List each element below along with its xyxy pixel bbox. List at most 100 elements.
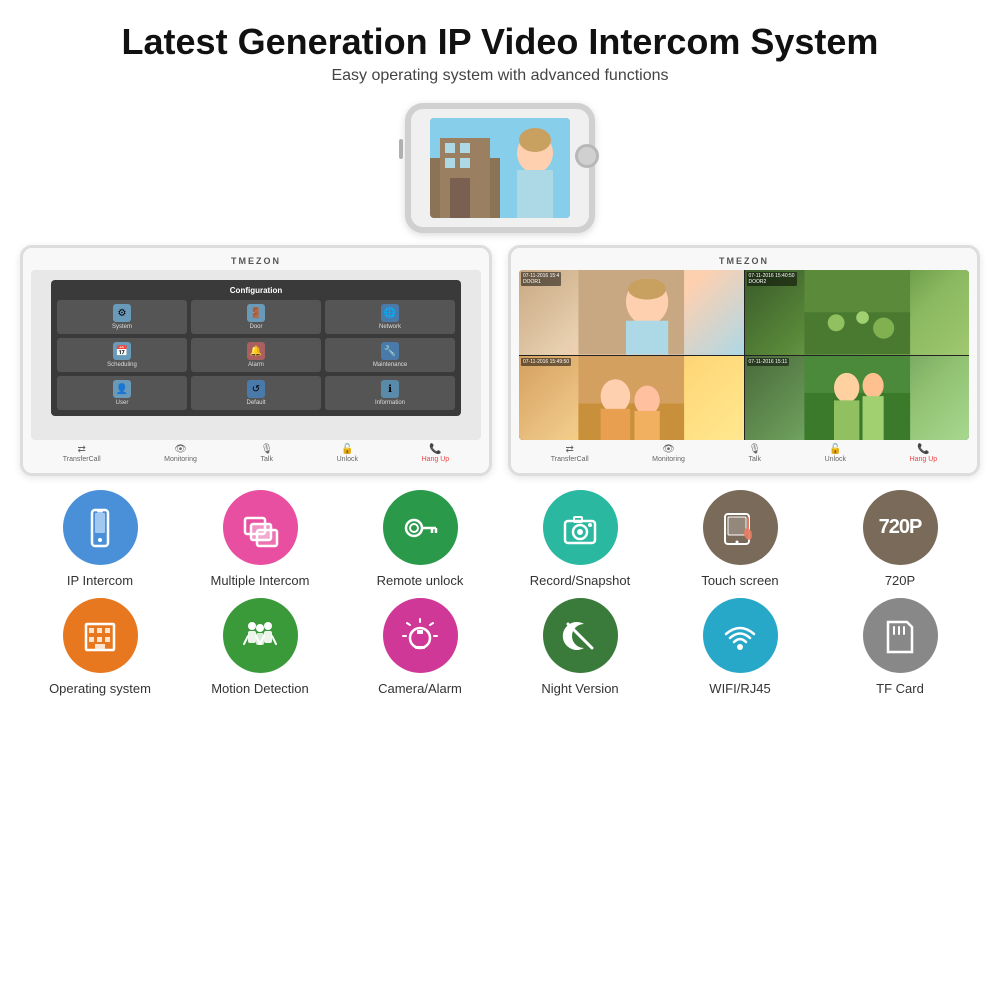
- config-grid: ⚙ System 🚪 Door 🌐 Network 📅: [57, 300, 455, 410]
- r-talk-icon: 🎙: [748, 444, 761, 455]
- information-icon: ℹ: [381, 380, 399, 398]
- config-overlay: Configuration ⚙ System 🚪 Door 🌐 Networ: [51, 280, 461, 416]
- bottom-unlock: 🔓 Unlock: [337, 444, 358, 463]
- r-hangup-icon: 📞: [917, 444, 929, 455]
- page: Latest Generation IP Video Intercom Syst…: [0, 0, 1000, 1000]
- bottom-talk: 🎙 Talk: [260, 444, 273, 463]
- device-right: TMEZON 07-11-2016 15:4DOOR1 07-11-2016 1…: [508, 245, 980, 476]
- feature-720p: 720P 720P: [830, 490, 970, 588]
- ip-intercom-label: IP Intercom: [67, 573, 133, 588]
- remote-unlock-label: Remote unlock: [377, 573, 464, 588]
- config-alarm-label: Alarm: [248, 362, 264, 368]
- wifi-svg: [720, 616, 760, 656]
- door-icon: 🚪: [247, 304, 265, 322]
- timestamp-3: 07-11-2016 15:49:50: [521, 358, 571, 366]
- r-unlock-icon: 🔓: [829, 444, 841, 455]
- config-user-label: User: [116, 400, 129, 406]
- transfer-icon: ⇄: [78, 444, 86, 455]
- ip-intercom-icon: [63, 490, 138, 565]
- device-right-screen: 07-11-2016 15:4DOOR1 07-11-2016 15:40:50…: [519, 270, 969, 440]
- bottom-r-monitoring: 👁 Monitoring: [652, 444, 685, 463]
- bottom-r-hangup: 📞 Hang Up: [910, 444, 938, 463]
- phone-svg: [80, 508, 120, 548]
- operating-system-icon: [63, 598, 138, 673]
- multiple-intercom-icon: [223, 490, 298, 565]
- config-door-label: Door: [249, 324, 262, 330]
- moon-svg: [560, 616, 600, 656]
- quad-cell-1: 07-11-2016 15:4DOOR1: [519, 270, 744, 355]
- device-left-screen: Configuration ⚙ System 🚪 Door 🌐 Networ: [31, 270, 481, 440]
- config-user: 👤 User: [57, 376, 187, 410]
- timestamp-1: 07-11-2016 15:4DOOR1: [521, 272, 561, 286]
- touch-screen-label: Touch screen: [701, 573, 778, 588]
- phone-background-svg: [430, 118, 570, 218]
- config-system: ⚙ System: [57, 300, 187, 334]
- monitoring-label: Monitoring: [164, 456, 197, 463]
- quad-cell-3: 07-11-2016 15:49:50: [519, 356, 744, 441]
- timestamp-4: 07-11-2016 15:11: [747, 358, 790, 366]
- user-icon: 👤: [113, 380, 131, 398]
- r-monitoring-icon: 👁: [662, 444, 675, 455]
- alarm-svg: [400, 616, 440, 656]
- bottom-hangup: 📞 Hang Up: [422, 444, 450, 463]
- device-left-bottom: ⇄ TransferCall 👁 Monitoring 🎙 Talk 🔓 Unl…: [31, 440, 481, 465]
- devices-row: TMEZON Configuration ⚙ System 🚪 Door: [20, 245, 980, 476]
- feature-touch-screen: Touch screen: [670, 490, 810, 588]
- operating-system-label: Operating system: [49, 681, 151, 696]
- config-default: ↺ Default: [191, 376, 321, 410]
- wifi-label: WIFI/RJ45: [709, 681, 770, 696]
- features-row-1: IP Intercom Multiple Intercom: [20, 490, 980, 588]
- bottom-r-talk: 🎙 Talk: [748, 444, 761, 463]
- config-information: ℹ Information: [325, 376, 455, 410]
- key-svg: [400, 508, 440, 548]
- unlock-label: Unlock: [337, 456, 358, 463]
- page-title: Latest Generation IP Video Intercom Syst…: [122, 20, 879, 63]
- device-right-brand: TMEZON: [519, 256, 969, 266]
- feature-remote-unlock: Remote unlock: [350, 490, 490, 588]
- alarm-icon: 🔔: [247, 342, 265, 360]
- hangup-icon: 📞: [429, 444, 441, 455]
- feature-night-version: Night Version: [510, 598, 650, 696]
- page-subtitle: Easy operating system with advanced func…: [122, 67, 879, 85]
- camera-alarm-icon: [383, 598, 458, 673]
- config-scheduling: 📅 Scheduling: [57, 338, 187, 372]
- features-section: IP Intercom Multiple Intercom: [20, 490, 980, 706]
- feature-wifi: WIFI/RJ45: [670, 598, 810, 696]
- feature-record: Record/Snapshot: [510, 490, 650, 588]
- timestamp-2: 07-11-2016 15:40:50DOOR2: [747, 272, 797, 286]
- network-icon: 🌐: [381, 304, 399, 322]
- quad-cell-4: 07-11-2016 15:11: [745, 356, 970, 441]
- remote-unlock-icon: [383, 490, 458, 565]
- multiple-intercom-label: Multiple Intercom: [211, 573, 310, 588]
- default-icon: ↺: [247, 380, 265, 398]
- r-transfer-icon: ⇄: [566, 444, 574, 455]
- tf-card-icon: [863, 598, 938, 673]
- night-version-label: Night Version: [541, 681, 618, 696]
- config-information-label: Information: [375, 400, 405, 406]
- quad-view: 07-11-2016 15:4DOOR1 07-11-2016 15:40:50…: [519, 270, 969, 440]
- config-default-label: Default: [246, 400, 265, 406]
- talk-icon: 🎙: [260, 444, 273, 455]
- config-network: 🌐 Network: [325, 300, 455, 334]
- touch-svg: [720, 508, 760, 548]
- config-network-label: Network: [379, 324, 401, 330]
- feature-ip-intercom: IP Intercom: [30, 490, 170, 588]
- feature-camera-alarm: Camera/Alarm: [350, 598, 490, 696]
- bottom-r-transfer: ⇄ TransferCall: [551, 444, 589, 463]
- 720p-label: 720P: [885, 573, 915, 588]
- bottom-r-unlock: 🔓 Unlock: [825, 444, 846, 463]
- bottom-monitoring: 👁 Monitoring: [164, 444, 197, 463]
- hangup-label: Hang Up: [422, 456, 450, 463]
- people-svg: [240, 616, 280, 656]
- feature-operating-system: Operating system: [30, 598, 170, 696]
- config-title: Configuration: [57, 286, 455, 295]
- config-maintenance: 🔧 Maintenance: [325, 338, 455, 372]
- wifi-icon: [703, 598, 778, 673]
- header: Latest Generation IP Video Intercom Syst…: [122, 20, 879, 85]
- multi-window-svg: [240, 508, 280, 548]
- unlock-icon: 🔓: [341, 444, 353, 455]
- feature-motion-detection: Motion Detection: [190, 598, 330, 696]
- config-system-label: System: [112, 324, 132, 330]
- maintenance-icon: 🔧: [381, 342, 399, 360]
- record-label: Record/Snapshot: [530, 573, 630, 588]
